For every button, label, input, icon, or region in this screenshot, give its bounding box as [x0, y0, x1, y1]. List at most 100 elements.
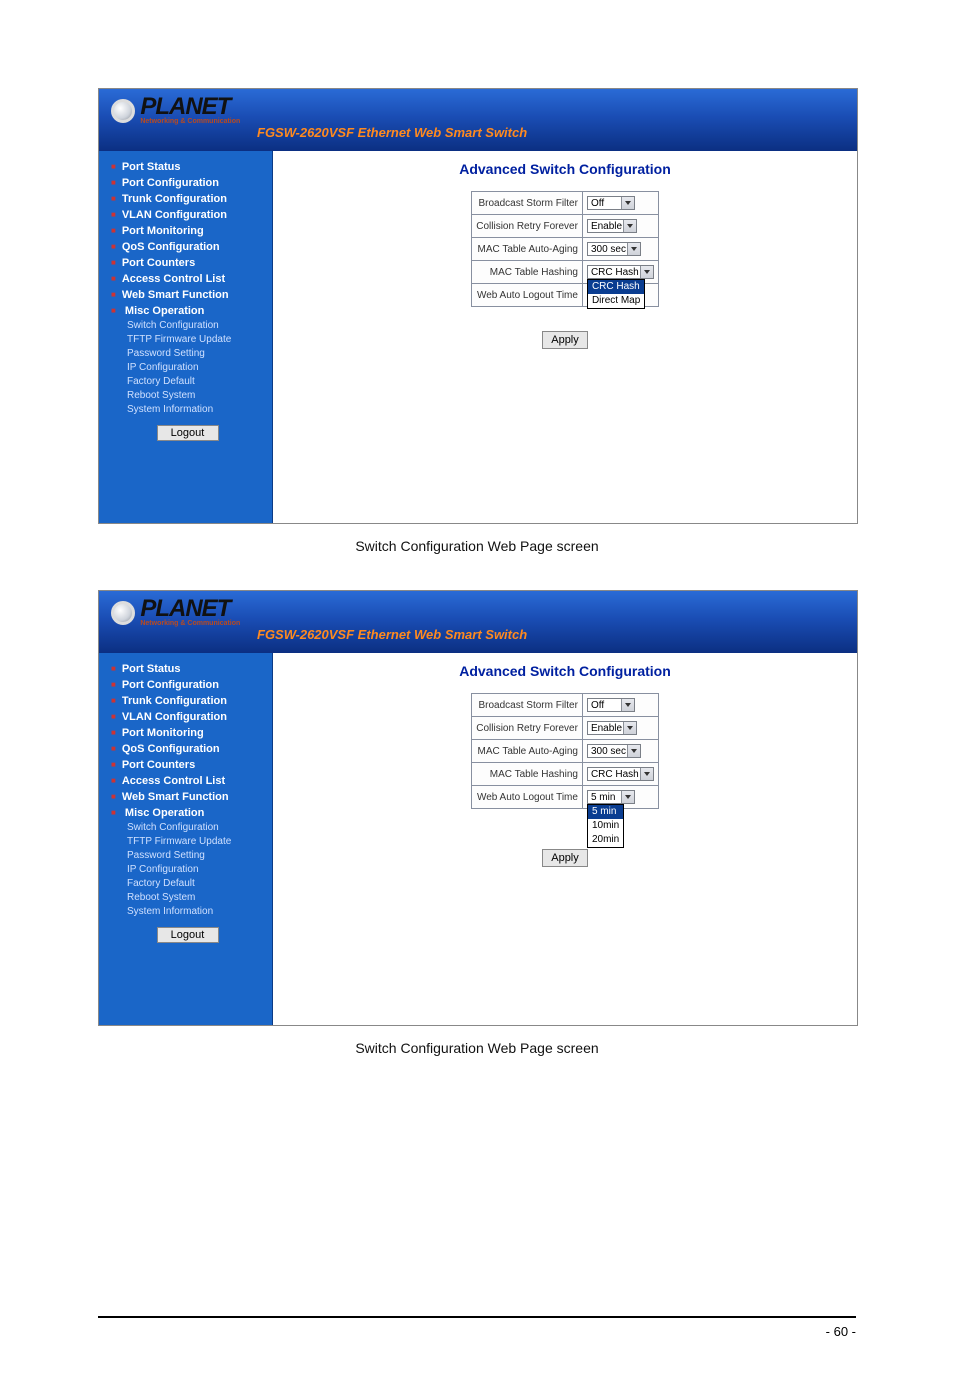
nav-access-control-list[interactable]: Access Control List [111, 775, 264, 787]
nav-reboot-system[interactable]: Reboot System [127, 891, 264, 905]
brand-subtext: Networking & Communication [140, 620, 240, 627]
nav-vlan-configuration[interactable]: VLAN Configuration [111, 711, 264, 723]
nav-reboot-system[interactable]: Reboot System [127, 389, 264, 403]
nav-access-control-list[interactable]: Access Control List [111, 273, 264, 285]
row-logout-label: Web Auto Logout Time [472, 284, 583, 307]
nav-port-monitoring[interactable]: Port Monitoring [111, 727, 264, 739]
brand-text: PLANET [140, 595, 230, 622]
config-table: Broadcast Storm Filter Off Collision Ret… [471, 693, 659, 809]
config-table: Broadcast Storm Filter Off Collision Ret… [471, 191, 659, 307]
nav-ip-configuration[interactable]: IP Configuration [127, 863, 264, 877]
nav-system-information[interactable]: System Information [127, 905, 264, 919]
row-bsf-label: Broadcast Storm Filter [472, 192, 583, 215]
nav-port-configuration[interactable]: Port Configuration [111, 679, 264, 691]
figure-caption: Switch Configuration Web Page screen [98, 538, 856, 554]
chevron-down-icon [621, 699, 634, 711]
brand-subtext: Networking & Communication [140, 118, 240, 125]
nav-misc-label: Misc Operation [125, 807, 204, 819]
nav-web-smart-function[interactable]: Web Smart Function [111, 791, 264, 803]
app-title: FGSW-2620VSF Ethernet Web Smart Switch [257, 125, 527, 140]
row-age-label: MAC Table Auto-Aging [472, 740, 583, 763]
row-hash-label: MAC Table Hashing [472, 261, 583, 284]
brand-text: PLANET [140, 93, 230, 120]
nav-factory-default[interactable]: Factory Default [127, 375, 264, 389]
dropdown-option[interactable]: 10min [588, 819, 623, 833]
chevron-down-icon [623, 722, 636, 734]
dropdown-option[interactable]: CRC Hash [588, 280, 644, 294]
nav-password-setting[interactable]: Password Setting [127, 347, 264, 361]
nav-factory-default[interactable]: Factory Default [127, 877, 264, 891]
nav-port-status[interactable]: Port Status [111, 663, 264, 675]
page-number: - 60 - [826, 1324, 856, 1339]
main-content: Advanced Switch Configuration Broadcast … [273, 653, 857, 1025]
row-crf-label: Collision Retry Forever [472, 717, 583, 740]
screenshot-1: PLANET Networking & Communication FGSW-2… [98, 88, 858, 524]
nav-ip-configuration[interactable]: IP Configuration [127, 361, 264, 375]
sidebar: Port Status Port Configuration Trunk Con… [99, 653, 273, 1025]
nav-web-smart-function[interactable]: Web Smart Function [111, 289, 264, 301]
nav-qos-configuration[interactable]: QoS Configuration [111, 743, 264, 755]
dropdown-option[interactable]: 20min [588, 833, 623, 847]
dropdown-option[interactable]: 5 min [588, 805, 623, 819]
select-collision-retry[interactable]: Enable [587, 721, 637, 735]
row-age-label: MAC Table Auto-Aging [472, 238, 583, 261]
nav-port-counters[interactable]: Port Counters [111, 257, 264, 269]
planet-icon [111, 99, 135, 123]
nav-trunk-configuration[interactable]: Trunk Configuration [111, 193, 264, 205]
nav-trunk-configuration[interactable]: Trunk Configuration [111, 695, 264, 707]
select-collision-retry[interactable]: Enable [587, 219, 637, 233]
nav-switch-configuration[interactable]: Switch Configuration [127, 821, 264, 835]
nav-port-configuration[interactable]: Port Configuration [111, 177, 264, 189]
apply-button[interactable]: Apply [542, 331, 588, 349]
main-content: Advanced Switch Configuration Broadcast … [273, 151, 857, 523]
nav-switch-configuration[interactable]: Switch Configuration [127, 319, 264, 333]
select-mac-aging[interactable]: 300 sec [587, 242, 641, 256]
apply-button[interactable]: Apply [542, 849, 588, 867]
nav-port-monitoring[interactable]: Port Monitoring [111, 225, 264, 237]
chevron-down-icon [621, 197, 634, 209]
row-hash-label: MAC Table Hashing [472, 763, 583, 786]
logout-button[interactable]: Logout [157, 927, 219, 943]
nav-qos-configuration[interactable]: QoS Configuration [111, 241, 264, 253]
select-mac-aging[interactable]: 300 sec [587, 744, 641, 758]
chevron-down-icon [627, 745, 640, 757]
chevron-down-icon [627, 243, 640, 255]
select-mac-hashing[interactable]: CRC Hash [587, 767, 654, 781]
nav-system-information[interactable]: System Information [127, 403, 264, 417]
chevron-down-icon [623, 220, 636, 232]
nav-vlan-configuration[interactable]: VLAN Configuration [111, 209, 264, 221]
nav-tftp-firmware[interactable]: TFTP Firmware Update [127, 333, 264, 347]
dropdown-web-logout[interactable]: 5 min 10min 20min [587, 804, 624, 848]
chevron-down-icon [640, 768, 653, 780]
nav-port-counters[interactable]: Port Counters [111, 759, 264, 771]
dropdown-option[interactable]: Direct Map [588, 294, 644, 308]
nav-misc-operation[interactable]: Misc Operation Switch Configuration TFTP… [111, 305, 264, 417]
nav-misc-operation[interactable]: Misc Operation Switch Configuration TFTP… [111, 807, 264, 919]
nav-password-setting[interactable]: Password Setting [127, 849, 264, 863]
app-title: FGSW-2620VSF Ethernet Web Smart Switch [257, 627, 527, 642]
planet-icon [111, 601, 135, 625]
page-title: Advanced Switch Configuration [283, 161, 847, 177]
nav-tftp-firmware[interactable]: TFTP Firmware Update [127, 835, 264, 849]
dropdown-mac-hashing[interactable]: CRC Hash Direct Map [587, 279, 645, 309]
row-bsf-label: Broadcast Storm Filter [472, 694, 583, 717]
select-broadcast-storm[interactable]: Off [587, 196, 635, 210]
sidebar: Port Status Port Configuration Trunk Con… [99, 151, 273, 523]
app-header: PLANET Networking & Communication FGSW-2… [99, 89, 857, 151]
row-logout-label: Web Auto Logout Time [472, 786, 583, 809]
brand-logo: PLANET Networking & Communication [111, 95, 240, 127]
page-title: Advanced Switch Configuration [283, 663, 847, 679]
figure-caption: Switch Configuration Web Page screen [98, 1040, 856, 1056]
screenshot-2: PLANET Networking & Communication FGSW-2… [98, 590, 858, 1026]
chevron-down-icon [640, 266, 653, 278]
app-header: PLANET Networking & Communication FGSW-2… [99, 591, 857, 653]
nav-port-status[interactable]: Port Status [111, 161, 264, 173]
row-crf-label: Collision Retry Forever [472, 215, 583, 238]
logout-button[interactable]: Logout [157, 425, 219, 441]
select-web-logout[interactable]: 5 min [587, 790, 635, 804]
nav-misc-label: Misc Operation [125, 305, 204, 317]
select-broadcast-storm[interactable]: Off [587, 698, 635, 712]
page-footer: - 60 - [98, 1316, 856, 1339]
chevron-down-icon [621, 791, 634, 803]
select-mac-hashing[interactable]: CRC Hash [587, 265, 654, 279]
